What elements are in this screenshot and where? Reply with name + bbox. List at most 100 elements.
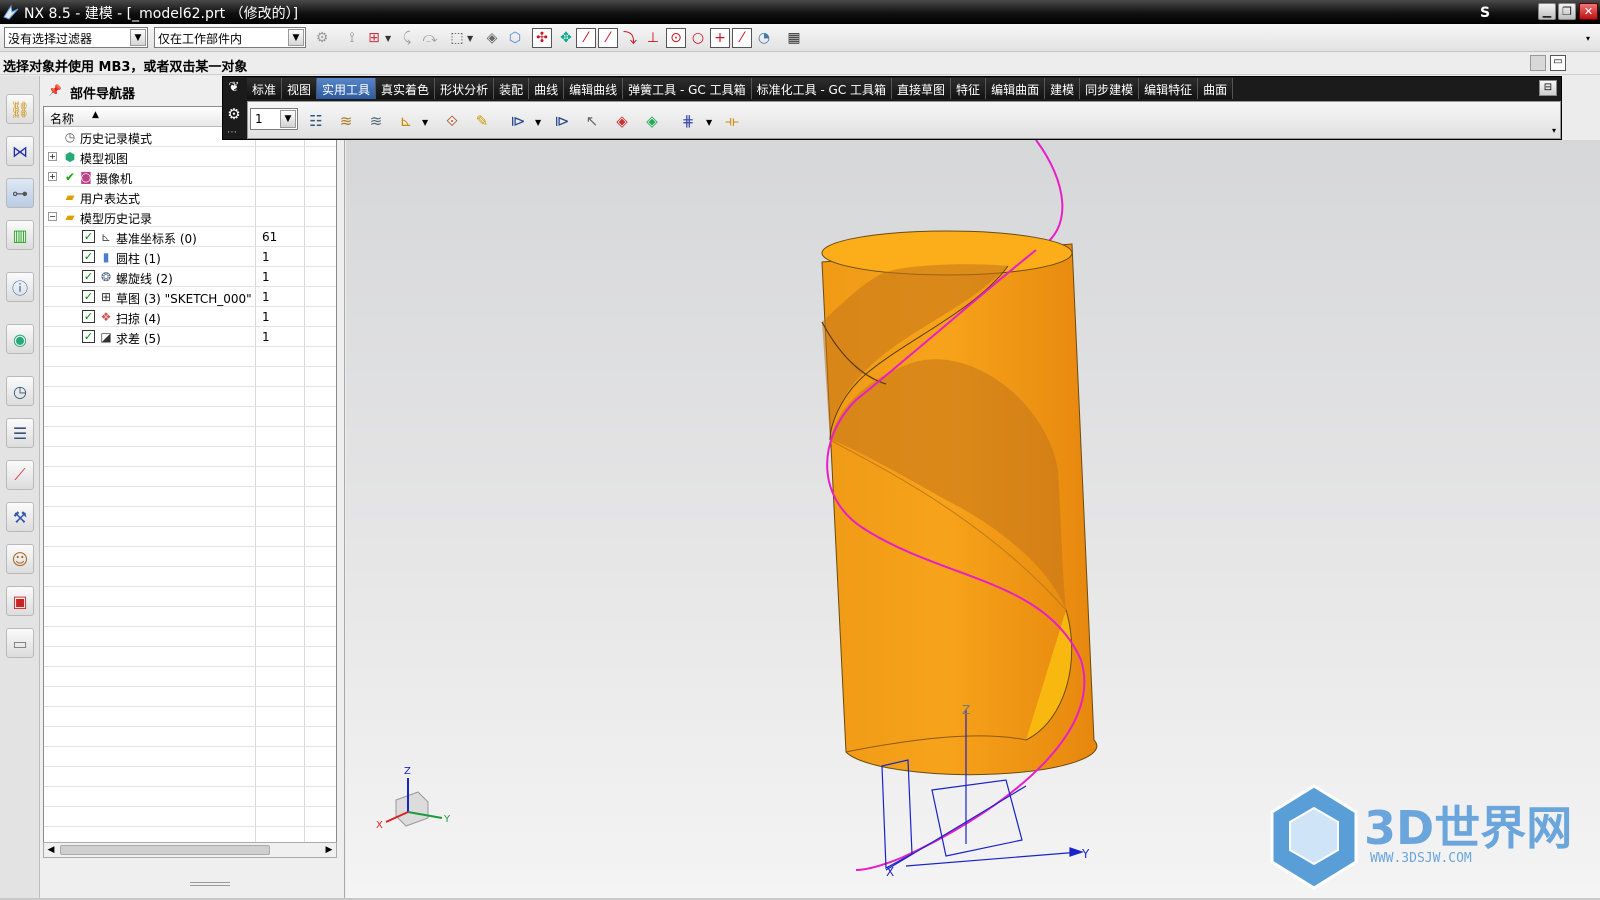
existing-point-icon[interactable]: + <box>710 28 730 48</box>
toolbar-tab[interactable]: 标准化工具 - GC 工具箱 <box>751 78 893 99</box>
tree-row-sweep[interactable]: ✓ ❖ 扫掠 (4) 1 <box>44 307 336 327</box>
body-select-icon[interactable]: ⬡ <box>505 28 525 48</box>
manufacturing-wizards-icon[interactable]: ⟋ <box>6 460 34 490</box>
tree-row-cylinder[interactable]: ✓ ▮ 圆柱 (1) 1 <box>44 247 336 267</box>
toolbar-tab[interactable]: 装配 <box>494 78 530 99</box>
point-on-face-icon[interactable]: ◔ <box>754 28 774 48</box>
tree-row-sketch[interactable]: ✓ ⊞ 草图 (3) "SKETCH_000" 1 <box>44 287 336 307</box>
hd3d-tools-icon[interactable]: ⓘ <box>6 272 34 302</box>
chevron-down-icon[interactable]: ▼ <box>385 34 391 43</box>
point-filter-icon[interactable]: ⤹ <box>397 28 417 48</box>
chevron-down-icon[interactable]: ▼ <box>422 118 428 127</box>
deselect-icon[interactable]: ⧐ <box>550 109 574 133</box>
part-navigator-icon[interactable]: ⊶ <box>6 178 34 208</box>
work-layer-dropdown[interactable]: 1 ▼ <box>250 108 298 130</box>
system-scene-icon[interactable]: ☺ <box>6 544 34 574</box>
collapse-icon[interactable]: − <box>48 212 57 221</box>
arc-center-icon[interactable]: ⊙ <box>666 28 686 48</box>
helix-curve-back[interactable] <box>1035 140 1064 251</box>
process-studio-icon[interactable]: ☰ <box>6 418 34 448</box>
system-visualization-icon[interactable]: ▣ <box>6 586 34 616</box>
move-to-layer-icon[interactable]: ≋ <box>334 109 358 133</box>
toolbar-overflow-icon[interactable]: ▾ <box>1586 34 1590 43</box>
toolbar-tab[interactable]: 编辑曲线 <box>564 78 624 99</box>
palette-icon[interactable]: ▭ <box>6 628 34 658</box>
expand-icon[interactable]: + <box>48 172 57 181</box>
quadrant-icon[interactable]: ○ <box>688 28 708 48</box>
resize-grip[interactable] <box>190 882 230 886</box>
web-browser-icon[interactable]: ◉ <box>6 324 34 354</box>
endpoint-icon[interactable]: ⁄ <box>576 28 596 48</box>
status-indicator-icon[interactable] <box>1530 55 1546 71</box>
full-screen-icon[interactable]: ▭ <box>1550 55 1566 71</box>
gear-icon[interactable]: ⚙ <box>225 105 243 127</box>
tree-row-model-history[interactable]: − ▰ 模型历史记录 <box>44 207 336 227</box>
chevron-down-icon[interactable]: ▼ <box>288 29 304 46</box>
wcs-icon[interactable]: ⊾ <box>394 109 418 133</box>
invert-visibility-icon[interactable]: ◈ <box>640 109 664 133</box>
tree-row-subtract[interactable]: ✓ ◪ 求差 (5) 1 <box>44 327 336 347</box>
graphics-window[interactable]: Z Y X Z Y X 3D世界网 WWW.3DSJW.COM <box>346 140 1600 898</box>
toolbar-tab[interactable]: 曲线 <box>529 78 565 99</box>
scroll-left-icon[interactable]: ◀ <box>44 843 58 857</box>
visibility-checkbox[interactable]: ✓ <box>82 270 95 283</box>
scroll-right-icon[interactable]: ▶ <box>322 843 336 857</box>
measure-icon[interactable]: ✎ <box>470 109 494 133</box>
toolbar-tab[interactable]: 形状分析 <box>435 78 495 99</box>
horizontal-scrollbar[interactable]: ◀ ▶ <box>43 842 337 858</box>
pin-icon[interactable]: 📌 <box>48 84 62 97</box>
rectangle-select-icon[interactable]: ⬚ <box>447 28 467 48</box>
visibility-checkbox[interactable]: ✓ <box>82 230 95 243</box>
toolbar-tab[interactable]: 直接草图 <box>892 78 952 99</box>
visibility-checkbox[interactable]: ✓ <box>82 330 95 343</box>
toolbar-tab[interactable]: 真实着色 <box>376 78 436 99</box>
reuse-library-icon[interactable]: ▥ <box>6 220 34 250</box>
toolbar-tab[interactable]: 特征 <box>951 78 987 99</box>
copy-to-layer-icon[interactable]: ≋ <box>364 109 388 133</box>
pointer-icon[interactable]: ↖ <box>580 109 604 133</box>
visibility-checkbox[interactable]: ✓ <box>82 310 95 323</box>
chevron-down-icon[interactable]: ▼ <box>130 29 146 46</box>
feature-select-icon[interactable]: ⟟ <box>342 28 362 48</box>
chevron-down-icon[interactable]: ▼ <box>706 118 712 127</box>
expand-icon[interactable]: + <box>48 152 57 161</box>
chevron-down-icon[interactable]: ▼ <box>535 118 541 127</box>
visibility-checkbox[interactable]: ✓ <box>82 250 95 263</box>
layer-settings-icon[interactable]: ☷ <box>304 109 328 133</box>
tree-row-model-views[interactable]: + ⬢ 模型视图 <box>44 147 336 167</box>
tree-row-helix[interactable]: ✓ ❂ 螺旋线 (2) 1 <box>44 267 336 287</box>
quick-pick-icon[interactable]: ▦ <box>784 28 804 48</box>
show-hide-icon[interactable]: ◈ <box>610 109 634 133</box>
toolbar-menu-button[interactable]: ⊟ <box>1539 80 1557 96</box>
toolbar-tab[interactable]: 曲面 <box>1198 78 1234 99</box>
grip-icon[interactable]: ⋯ <box>227 127 237 138</box>
constraint-navigator-icon[interactable]: ⋈ <box>6 136 34 166</box>
chevron-down-icon[interactable]: ▼ <box>280 110 296 128</box>
intersection-icon[interactable]: ⊥ <box>643 28 663 48</box>
select-group-icon[interactable]: ⧐ <box>506 109 530 133</box>
chevron-down-icon[interactable]: ▼ <box>467 34 473 43</box>
toolbar-tab[interactable]: 同步建模 <box>1080 78 1140 99</box>
toolbar-tab[interactable]: 实用工具 <box>317 78 377 99</box>
snap-point-icon[interactable]: ✣ <box>532 28 552 48</box>
model-viewport[interactable]: Z Y X Z Y X 3D世界网 WWW.3DSJW.COM <box>346 140 1600 898</box>
type-filter-dropdown[interactable]: 没有选择过滤器 ▼ <box>4 27 148 48</box>
history-icon[interactable]: ◷ <box>6 376 34 406</box>
toolbar-overflow-icon[interactable]: ▾ <box>1552 126 1556 135</box>
snap-filter-icon[interactable]: ⤼ <box>420 28 440 48</box>
scrollbar-thumb[interactable] <box>60 845 270 855</box>
grid-icon[interactable]: ⋕ <box>676 109 700 133</box>
control-point-icon[interactable]: ⤵ <box>620 28 640 48</box>
midpoint-icon[interactable]: ⁄ <box>598 28 618 48</box>
toolbar-tab[interactable]: 视图 <box>282 78 318 99</box>
reset-filter-icon[interactable]: ⚙ <box>312 28 332 48</box>
snap-settings-icon[interactable]: ✥ <box>556 28 576 48</box>
tree-row-cameras[interactable]: + ✔ ◙ 摄像机 <box>44 167 336 187</box>
roles-icon[interactable]: ⚒ <box>6 502 34 532</box>
toolbar-tab[interactable]: 标准 <box>247 78 283 99</box>
select-all-icon[interactable]: ⊞ <box>364 28 384 48</box>
assembly-navigator-icon[interactable]: ⛓ <box>6 94 34 124</box>
point-on-curve-icon[interactable]: ⁄ <box>732 28 752 48</box>
tree-row-datum-csys[interactable]: ✓ ⊾ 基准坐标系 (0) 61 <box>44 227 336 247</box>
toolbar-tab[interactable]: 编辑特征 <box>1139 78 1199 99</box>
